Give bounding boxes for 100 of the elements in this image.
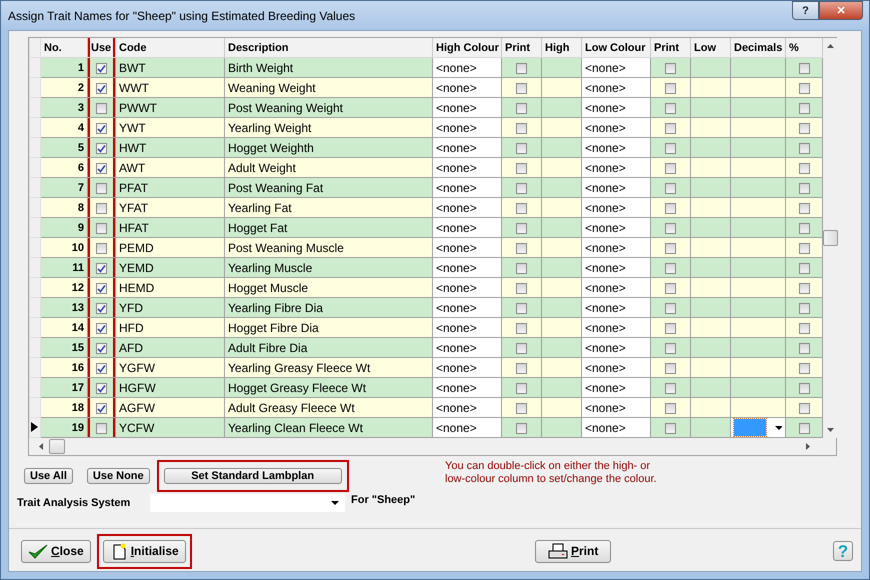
checkbox[interactable] [516,302,527,314]
checkbox[interactable] [96,242,107,254]
checkbox[interactable] [798,242,810,254]
checkbox[interactable] [665,422,676,434]
checkbox[interactable] [665,82,676,94]
checkbox[interactable] [665,342,676,354]
checkbox[interactable] [96,182,107,194]
checkbox[interactable] [96,122,107,134]
scroll-up-icon[interactable] [827,44,834,48]
checkbox[interactable] [516,102,527,114]
checkbox[interactable] [96,362,107,374]
checkbox[interactable] [516,242,527,254]
checkbox[interactable] [798,322,810,334]
checkbox[interactable] [798,262,810,274]
checkbox[interactable] [665,242,676,254]
table-cell: <none> [432,298,502,318]
checkbox[interactable] [96,282,107,294]
checkbox[interactable] [798,182,810,194]
checkbox[interactable] [665,142,676,154]
action-button[interactable]: Use None [86,468,150,484]
scroll-right-icon[interactable] [806,443,810,450]
checkbox[interactable] [516,222,527,234]
checkbox[interactable] [665,362,676,374]
table-cell: <none> [582,78,650,98]
checkbox[interactable] [96,262,107,274]
checkbox[interactable] [665,282,676,294]
print-button[interactable]: Print [535,540,612,562]
dropdown-arrow-icon[interactable] [774,426,782,430]
checkbox[interactable] [665,302,676,314]
hint-text: You can double-click on either the high- or low-colour column to set/change the colour. [445,460,658,487]
checkbox[interactable] [798,62,810,74]
checkbox[interactable] [798,302,810,314]
checkbox[interactable] [516,82,527,94]
decimals-dropdown[interactable] [734,419,782,436]
checkbox[interactable] [798,222,810,234]
close-button[interactable]: Close [21,540,91,562]
checkbox[interactable] [516,382,527,394]
initialise-button[interactable]: Initialise [102,540,186,562]
checkbox[interactable] [516,202,527,214]
checkbox[interactable] [798,142,810,154]
checkbox[interactable] [516,162,527,174]
checkbox[interactable] [798,362,810,374]
checkbox[interactable] [665,402,676,414]
scroll-left-icon[interactable] [39,443,43,450]
action-button[interactable]: Use All [24,468,73,484]
scrollbar-thumb[interactable] [49,439,65,454]
checkbox[interactable] [516,142,527,154]
checkbox[interactable] [516,262,527,274]
column-header: Code [116,38,224,58]
checkbox[interactable] [665,162,676,174]
checkbox[interactable] [516,282,527,294]
checkbox[interactable] [96,402,107,414]
checkbox[interactable] [665,382,676,394]
checkbox[interactable] [96,302,107,314]
checkbox[interactable] [516,122,527,134]
checkbox[interactable] [96,162,107,174]
checkbox[interactable] [665,322,676,334]
checkbox[interactable] [798,202,810,214]
checkbox[interactable] [96,82,107,94]
checkbox[interactable] [798,82,810,94]
checkbox[interactable] [798,122,810,134]
column-header: Use [88,38,116,58]
checkbox[interactable] [798,282,810,294]
checkbox[interactable] [665,62,676,74]
checkbox[interactable] [96,62,107,74]
checkbox[interactable] [798,422,810,434]
checkbox[interactable] [516,62,527,74]
checkbox[interactable] [96,102,107,114]
checkbox[interactable] [96,422,107,434]
checkbox[interactable] [798,342,810,354]
checkbox[interactable] [516,402,527,414]
checkbox[interactable] [516,422,527,434]
scrollbar-thumb[interactable] [823,230,838,246]
checkbox[interactable] [96,322,107,334]
checkbox[interactable] [516,322,527,334]
checkbox[interactable] [96,342,107,354]
checkbox[interactable] [665,202,676,214]
help-button[interactable]: ? [792,1,819,20]
scroll-down-icon[interactable] [827,428,834,432]
table-cell: 13 [40,298,88,318]
checkbox[interactable] [96,382,107,394]
checkbox[interactable] [665,102,676,114]
checkbox[interactable] [516,342,527,354]
checkbox[interactable] [798,102,810,114]
checkbox[interactable] [665,222,676,234]
checkbox[interactable] [798,382,810,394]
checkbox[interactable] [665,122,676,134]
table-cell: Adult Weight [224,158,432,178]
table-cell: 2 [40,78,88,98]
checkbox[interactable] [798,402,810,414]
checkbox[interactable] [516,362,527,374]
checkbox[interactable] [96,142,107,154]
checkbox[interactable] [516,182,527,194]
checkbox[interactable] [665,182,676,194]
action-button[interactable]: Set Standard Lambplan [164,468,342,484]
checkbox[interactable] [798,162,810,174]
dropdown-arrow-icon[interactable] [331,501,339,505]
checkbox[interactable] [96,202,107,214]
checkbox[interactable] [665,262,676,274]
checkbox[interactable] [96,222,107,234]
